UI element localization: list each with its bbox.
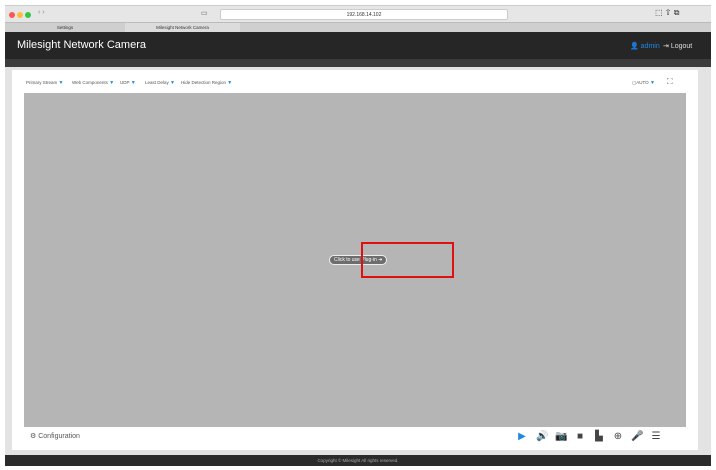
- components-select[interactable]: Web Components ▼: [72, 80, 114, 86]
- reader-icon[interactable]: ▭: [201, 9, 208, 17]
- caret-down-icon: ▼: [109, 80, 115, 86]
- logout-label: Logout: [670, 43, 693, 50]
- save-icon[interactable]: ▙: [593, 431, 605, 442]
- record-icon[interactable]: ■: [574, 431, 586, 442]
- back-forward-icon[interactable]: ‹ ›: [38, 9, 45, 16]
- gear-icon: ⚙: [30, 433, 37, 440]
- address-bar[interactable]: 192.168.14.102: [220, 9, 508, 20]
- app-header: Milesight Network Camera 👤 admin ⇥ Logou…: [5, 32, 711, 59]
- play-icon[interactable]: ▶: [516, 431, 528, 442]
- user-icon: 👤: [630, 43, 639, 50]
- user-menu[interactable]: 👤 admin: [630, 42, 660, 50]
- caret-down-icon: ▼: [649, 80, 655, 86]
- stream-select[interactable]: Primary Stream ▼: [26, 80, 63, 86]
- browser-toolbar: ‹ › ▭ 192.168.14.102 ⬚ ⇧ ⧉: [5, 5, 711, 22]
- logout-button[interactable]: ⇥ Logout: [663, 42, 692, 50]
- protocol-select[interactable]: UDP ▼: [120, 80, 136, 86]
- option-label: Primary Stream: [26, 80, 58, 85]
- zoom-mode-select[interactable]: ▢AUTO ▼: [632, 80, 655, 86]
- detection-region-select[interactable]: Hide Detection Region ▼: [181, 80, 232, 86]
- caret-down-icon: ▼: [227, 80, 233, 86]
- share-icon[interactable]: ⬚ ⇧ ⧉: [655, 8, 679, 18]
- settings-sliders-icon[interactable]: ☰: [650, 431, 662, 442]
- caret-down-icon: ▼: [58, 80, 64, 86]
- option-label: Hide Detection Region: [181, 80, 227, 85]
- configuration-label: Configuration: [38, 433, 80, 440]
- maximize-window-button[interactable]: [25, 12, 31, 18]
- snapshot-icon[interactable]: 📷: [555, 431, 567, 442]
- option-label: Web Components: [72, 80, 108, 85]
- fullscreen-icon[interactable]: ⛶: [667, 77, 673, 87]
- highlight-box: [361, 242, 454, 278]
- logout-icon: ⇥: [663, 43, 669, 50]
- zoom-mode-label: AUTO: [636, 80, 649, 85]
- option-label: Least Delay: [145, 80, 169, 85]
- configuration-link[interactable]: ⚙ Configuration: [30, 432, 80, 440]
- zoom-in-icon[interactable]: ⊕: [612, 431, 624, 442]
- tab-bar: Settings Milesight Network Camera: [5, 22, 711, 33]
- nav-band: [5, 59, 711, 67]
- footer: Copyright © Milesight All rights reserve…: [5, 455, 711, 466]
- minimize-window-button[interactable]: [17, 12, 23, 18]
- audio-icon[interactable]: 🔊: [536, 431, 548, 442]
- microphone-icon[interactable]: 🎤: [631, 431, 643, 442]
- username: admin: [640, 43, 660, 50]
- option-label: UDP: [120, 80, 130, 85]
- close-window-button[interactable]: [9, 12, 15, 18]
- app-title: Milesight Network Camera: [17, 39, 146, 51]
- caret-down-icon: ▼: [130, 80, 136, 86]
- delay-select[interactable]: Least Delay ▼: [145, 80, 175, 86]
- caret-down-icon: ▼: [170, 80, 175, 86]
